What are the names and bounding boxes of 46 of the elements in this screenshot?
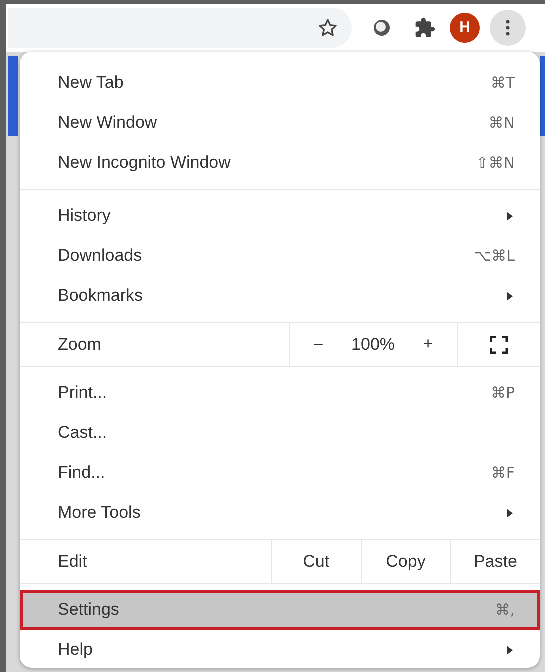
menu-item[interactable]: Downloads ⌥⌘L: [20, 236, 540, 276]
menu-item-label: Bookmarks: [58, 285, 144, 308]
avatar[interactable]: H: [450, 13, 480, 43]
shortcut-label: ⌘N: [488, 112, 515, 134]
menu-item[interactable]: Help: [20, 630, 540, 670]
menu-item[interactable]: More Tools: [20, 493, 540, 533]
menu-item[interactable]: Settings ⌘,: [20, 590, 540, 630]
zoom-label: Zoom: [57, 334, 102, 356]
edit-button[interactable]: Paste: [450, 540, 540, 583]
puzzle-icon[interactable]: [414, 17, 436, 39]
extension-circle-icon[interactable]: [372, 18, 392, 38]
zoom-level: 100%: [352, 334, 396, 356]
menu-button[interactable]: [490, 10, 526, 46]
menu-item-label: More Tools: [58, 502, 142, 524]
star-icon[interactable]: [318, 18, 338, 38]
menu-item-label: New Window: [58, 112, 158, 134]
edit-label: Edit: [57, 550, 88, 573]
menu-item-label: History: [58, 205, 112, 228]
zoom-out-button[interactable]: –: [312, 332, 325, 356]
menu-item-label: New Incognito Window: [58, 152, 232, 174]
shortcut-label: ⌘P: [490, 382, 515, 404]
menu-item[interactable]: Bookmarks: [20, 276, 540, 316]
menu-item-label: Print...: [58, 382, 108, 404]
menu-icon: [506, 20, 510, 36]
menu-item-label: Downloads: [58, 245, 144, 268]
edit-button[interactable]: Copy: [360, 540, 450, 583]
menu-item[interactable]: Find... ⌘F: [20, 453, 540, 493]
shortcut-label: ⌥⌘L: [474, 246, 515, 267]
menu-item-label: Help: [58, 639, 94, 662]
menu-item[interactable]: History: [20, 196, 540, 236]
fullscreen-icon: [490, 336, 508, 354]
menu-item-label: New Tab: [58, 72, 125, 94]
menu-item[interactable]: New Tab ⌘T: [20, 63, 540, 103]
menu-item-label: Settings: [58, 599, 120, 622]
menu-item[interactable]: Print... ⌘P: [20, 373, 540, 413]
menu-item-label: Cast...: [58, 422, 108, 444]
edit-button[interactable]: Cut: [271, 540, 361, 583]
menu-item[interactable]: Cast...: [20, 413, 540, 453]
shortcut-label: ⌘T: [490, 72, 515, 94]
shortcut-label: ⌘F: [491, 462, 515, 484]
menu-item[interactable]: New Incognito Window ⇧⌘N: [20, 143, 540, 183]
menu-item[interactable]: New Window ⌘N: [20, 103, 540, 143]
shortcut-label: ⌘,: [495, 600, 515, 621]
shortcut-label: ⇧⌘N: [476, 152, 515, 174]
menu-item-label: Find...: [58, 462, 106, 484]
zoom-in-button[interactable]: +: [422, 332, 435, 356]
